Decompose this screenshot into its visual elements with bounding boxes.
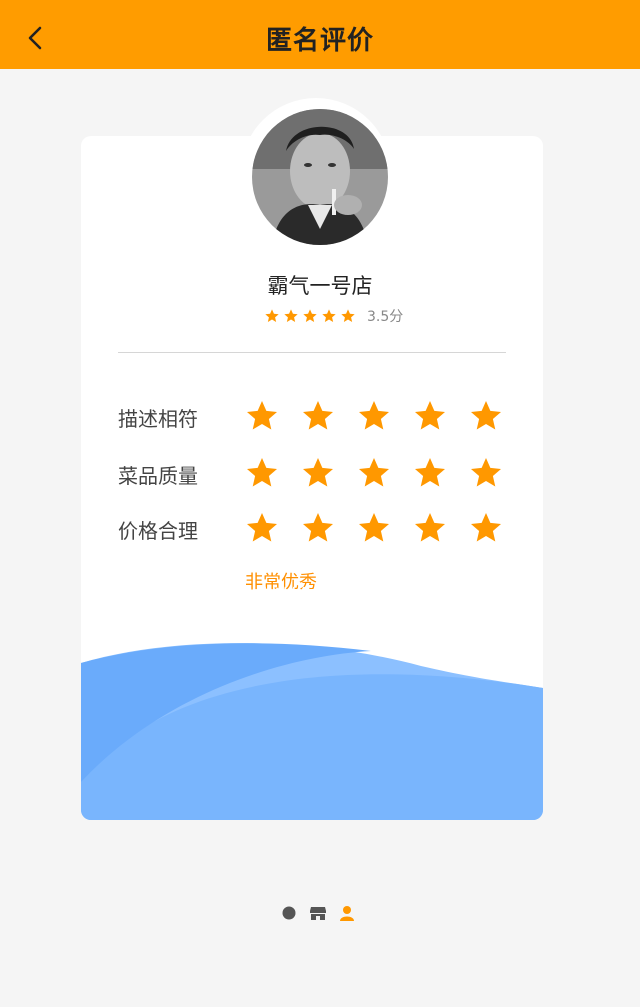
star-icon: [284, 309, 298, 322]
rating-label: 菜品质量: [118, 464, 198, 488]
rating-label: 价格合理: [118, 519, 198, 543]
star-icon[interactable]: [412, 510, 448, 546]
star-icon[interactable]: [468, 455, 504, 491]
star-icon[interactable]: [300, 398, 336, 434]
thanks-subtitle: Thank you for your comments: [190, 617, 450, 637]
shop-rating: 3.5分: [264, 306, 403, 326]
star-icon[interactable]: [356, 510, 392, 546]
star-icon[interactable]: [356, 455, 392, 491]
top-bar: 匿名评价: [0, 0, 640, 69]
star-icon[interactable]: [300, 455, 336, 491]
star-icon: [265, 309, 279, 322]
avatar: [252, 109, 388, 245]
rating-row-price: 价格合理: [118, 510, 518, 550]
page-title: 匿名评价: [265, 26, 374, 56]
shop-name: 霸气一号店: [267, 274, 373, 298]
star-icon[interactable]: [468, 398, 504, 434]
star-icon[interactable]: [244, 398, 280, 434]
star-icon: [303, 309, 317, 322]
thanks-title: 感谢您的评价: [251, 586, 389, 612]
user-icon[interactable]: [339, 905, 355, 921]
star-icon[interactable]: [412, 398, 448, 434]
rating-label: 描述相符: [118, 407, 198, 431]
store-icon[interactable]: [309, 905, 327, 921]
star-icon[interactable]: [300, 510, 336, 546]
star-icon[interactable]: [244, 455, 280, 491]
star-icon: [341, 309, 355, 322]
star-icon: [322, 309, 336, 322]
divider: [118, 352, 506, 353]
star-icon[interactable]: [244, 510, 280, 546]
rating-row-description: 描述相符: [118, 398, 518, 438]
star-icon[interactable]: [468, 510, 504, 546]
shop-score: 3.5分: [367, 309, 404, 325]
wave-background: [81, 643, 543, 820]
dot-icon[interactable]: [281, 905, 297, 921]
star-icon[interactable]: [412, 455, 448, 491]
star-icon[interactable]: [356, 398, 392, 434]
page-indicator: [281, 903, 367, 923]
rating-row-quality: 菜品质量: [118, 455, 518, 495]
